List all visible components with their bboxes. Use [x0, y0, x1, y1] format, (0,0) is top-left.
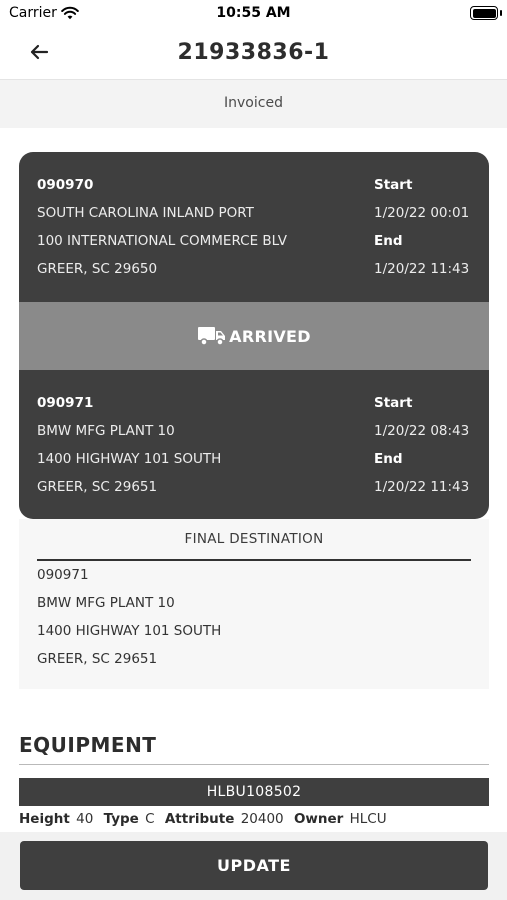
equipment-divider — [19, 764, 489, 765]
equipment-attributes: Height 40 Type C Attribute 20400 Owner H… — [19, 811, 393, 827]
final-destination-code: 090971 — [37, 567, 89, 583]
origin-address: 100 INTERNATIONAL COMMERCE BLV — [37, 233, 287, 249]
destination-stop[interactable]: 090971 BMW MFG PLANT 10 1400 HIGHWAY 101… — [19, 370, 489, 519]
page-title: 21933836-1 — [177, 40, 330, 65]
destination-end-time: 1/20/22 11:43 — [374, 479, 470, 495]
footer: UPDATE — [0, 832, 507, 900]
destination-start-time: 1/20/22 08:43 — [374, 423, 470, 439]
attr-type-value: C — [145, 811, 155, 827]
equipment-heading: EQUIPMENT — [19, 733, 157, 757]
update-button[interactable]: UPDATE — [20, 841, 488, 890]
status-badge: Invoiced — [0, 80, 507, 128]
attr-type-key: Type — [103, 811, 139, 827]
destination-start-label: Start — [374, 395, 413, 411]
status-time: 10:55 AM — [216, 5, 291, 21]
stops-card: 090970 SOUTH CAROLINA INLAND PORT 100 IN… — [19, 152, 489, 519]
final-destination-address: 1400 HIGHWAY 101 SOUTH — [37, 623, 222, 639]
destination-city: GREER, SC 29651 — [37, 479, 158, 495]
origin-start-label: Start — [374, 177, 413, 193]
origin-end-label: End — [374, 233, 403, 249]
origin-stop[interactable]: 090970 SOUTH CAROLINA INLAND PORT 100 IN… — [19, 152, 489, 302]
attr-owner-key: Owner — [293, 811, 344, 827]
attr-height-value: 40 — [76, 811, 94, 827]
truck-icon — [197, 325, 227, 347]
destination-end-label: End — [374, 451, 403, 467]
nav-bar: 21933836-1 — [0, 28, 507, 80]
battery-icon — [470, 6, 498, 20]
attr-attribute-value: 20400 — [240, 811, 284, 827]
final-destination-divider — [37, 559, 471, 561]
attr-attribute-key: Attribute — [164, 811, 235, 827]
final-destination-city: GREER, SC 29651 — [37, 651, 158, 667]
destination-name: BMW MFG PLANT 10 — [37, 423, 175, 439]
destination-code: 090971 — [37, 395, 94, 411]
attr-height-key: Height — [19, 811, 70, 827]
status-bar: Carrier 10:55 AM — [0, 0, 507, 28]
battery-nub — [500, 10, 502, 16]
container-number-bar[interactable]: HLBU108502 — [19, 778, 489, 806]
arrived-status-bar: ARRIVED — [19, 302, 489, 370]
arrived-label: ARRIVED — [229, 326, 311, 346]
destination-address: 1400 HIGHWAY 101 SOUTH — [37, 451, 222, 467]
origin-start-time: 1/20/22 00:01 — [374, 205, 470, 221]
final-destination-section: FINAL DESTINATION 090971 BMW MFG PLANT 1… — [19, 519, 489, 689]
attr-owner-value: HLCU — [349, 811, 387, 827]
origin-city: GREER, SC 29650 — [37, 261, 158, 277]
origin-name: SOUTH CAROLINA INLAND PORT — [37, 205, 254, 221]
origin-code: 090970 — [37, 177, 94, 193]
final-destination-header: FINAL DESTINATION — [184, 531, 324, 547]
final-destination-name: BMW MFG PLANT 10 — [37, 595, 175, 611]
origin-end-time: 1/20/22 11:43 — [374, 261, 470, 277]
